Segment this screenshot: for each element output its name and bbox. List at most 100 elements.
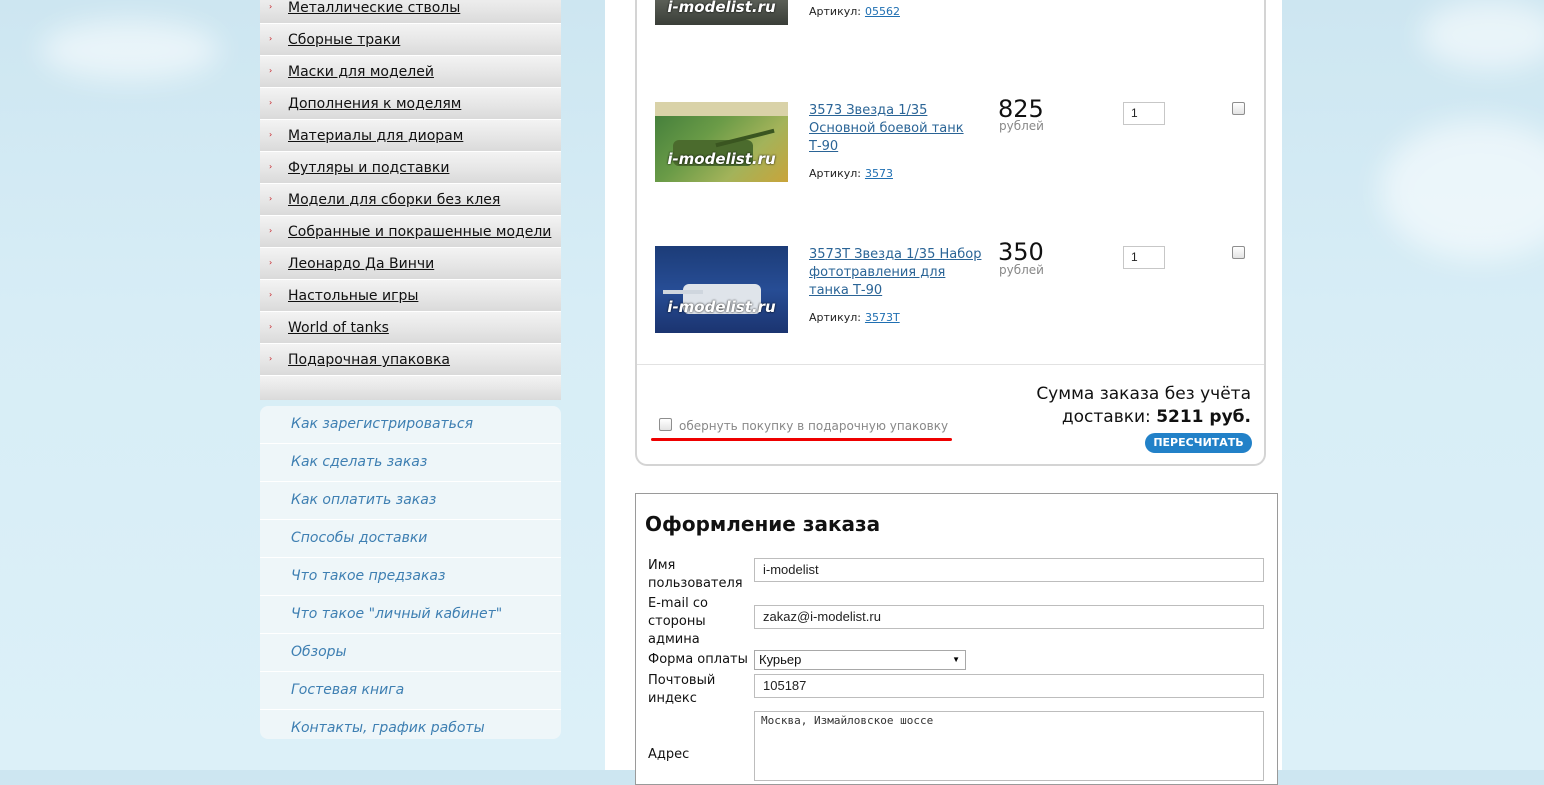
category-item[interactable]: › Маски для моделей (260, 56, 561, 88)
category-item[interactable]: › Настольные игры (260, 280, 561, 312)
product-thumbnail[interactable]: i-modelist.ru (655, 0, 788, 25)
help-item[interactable]: Что такое предзаказ (260, 558, 561, 596)
payment-selected-value: Курьер (759, 652, 802, 667)
order-form-title: Оформление заказа (645, 512, 881, 536)
category-link[interactable]: Собранные и покрашенные модели (288, 224, 551, 240)
gift-wrap-checkbox[interactable] (659, 418, 672, 431)
help-link[interactable]: Контакты, график работы (291, 720, 485, 736)
gift-wrap-label[interactable]: обернуть покупку в подарочную упаковку (679, 419, 948, 433)
category-link[interactable]: Настольные игры (288, 288, 418, 304)
category-item[interactable]: › Материалы для диорам (260, 120, 561, 152)
bullet-icon: › (269, 162, 273, 171)
category-item[interactable]: › Сборные траки (260, 24, 561, 56)
order-sum: доставки: 5211 руб. (1062, 407, 1251, 427)
category-link[interactable]: Леонардо Да Винчи (288, 256, 434, 272)
help-item[interactable]: Гостевая книга (260, 672, 561, 710)
category-item[interactable]: › Подарочная упаковка (260, 344, 561, 376)
category-item[interactable]: › Футляры и подставки (260, 152, 561, 184)
category-item[interactable]: › Дополнения к моделям (260, 88, 561, 120)
category-link[interactable]: Подарочная упаковка (288, 352, 450, 368)
help-item[interactable]: Как оплатить заказ (260, 482, 561, 520)
recalculate-button[interactable]: ПЕРЕСЧИТАТЬ (1145, 433, 1252, 453)
bullet-icon: › (269, 98, 273, 107)
zip-field[interactable]: 105187 (754, 674, 1264, 698)
category-item[interactable]: › Леонардо Да Винчи (260, 248, 561, 280)
help-item[interactable]: Что такое "личный кабинет" (260, 596, 561, 634)
help-item[interactable]: Способы доставки (260, 520, 561, 558)
help-item[interactable]: Как зарегистрироваться (260, 406, 561, 444)
category-link[interactable]: Сборные траки (288, 32, 400, 48)
username-label: Имя пользователя (648, 558, 743, 591)
help-link[interactable]: Что такое "личный кабинет" (291, 606, 502, 622)
help-link[interactable]: Как оплатить заказ (291, 492, 436, 508)
category-menu-bottom (260, 376, 561, 400)
sku-link[interactable]: 3573 (865, 167, 893, 180)
bullet-icon: › (269, 130, 273, 139)
help-item[interactable]: Как сделать заказ (260, 444, 561, 482)
category-item[interactable]: › Модели для сборки без клея (260, 184, 561, 216)
category-item[interactable]: › Собранные и покрашенные модели (260, 216, 561, 248)
category-link[interactable]: World of tanks (288, 320, 389, 336)
category-link[interactable]: Модели для сборки без клея (288, 192, 500, 208)
highlight-underline (651, 438, 952, 441)
product-title-link[interactable]: 3573 Звезда 1/35 Основной боевой танк Т-… (809, 102, 984, 156)
help-menu: Как зарегистрироваться Как сделать заказ… (260, 406, 561, 739)
price-currency: рублей (999, 263, 1044, 277)
watermark: i-modelist.ru (667, 0, 776, 16)
quantity-input[interactable]: 1 (1123, 246, 1165, 269)
remove-item-checkbox[interactable] (1232, 246, 1245, 259)
product-title-link[interactable]: 3573Т Звезда 1/35 Набор фототравления дл… (809, 246, 984, 300)
sku-link[interactable]: 05562 (865, 5, 900, 18)
bullet-icon: › (269, 2, 273, 11)
category-item[interactable]: › Металлические стволы (260, 0, 561, 24)
product-price: 350 (998, 238, 1044, 266)
username-field[interactable]: i-modelist (754, 558, 1264, 582)
remove-item-checkbox[interactable] (1232, 102, 1245, 115)
cart-divider (637, 364, 1264, 365)
zip-label: Почтовый индекс (648, 673, 716, 706)
order-sum-label-2: доставки: (1061, 407, 1151, 427)
address-textarea[interactable]: Москва, Измайловское шоссе (754, 711, 1264, 781)
price-currency: рублей (999, 119, 1044, 133)
email-field[interactable]: zakaz@i-modelist.ru (754, 605, 1264, 629)
category-link[interactable]: Футляры и подставки (288, 160, 449, 176)
quantity-input[interactable]: 1 (1123, 102, 1165, 125)
help-link[interactable]: Гостевая книга (291, 682, 404, 698)
product-sku: Артикул: 05562 (809, 5, 900, 18)
background-cloud (1380, 120, 1544, 260)
product-sku: Артикул: 3573Т (809, 311, 900, 324)
box-art-band (655, 102, 788, 116)
category-link[interactable]: Металлические стволы (288, 0, 460, 16)
category-item[interactable]: › World of tanks (260, 312, 561, 344)
bullet-icon: › (269, 258, 273, 267)
category-link[interactable]: Дополнения к моделям (288, 96, 461, 112)
category-link[interactable]: Маски для моделей (288, 64, 434, 80)
tank-barrel (663, 290, 703, 294)
order-sum-label: Сумма заказа без учёта (1036, 384, 1251, 404)
sku-label: Артикул: (809, 167, 861, 180)
product-sku: Артикул: 3573 (809, 167, 893, 180)
product-price: 825 (998, 95, 1044, 123)
bullet-icon: › (269, 66, 273, 75)
product-thumbnail[interactable]: i-modelist.ru (655, 102, 788, 182)
help-link[interactable]: Способы доставки (291, 530, 427, 546)
sku-label: Артикул: (809, 5, 861, 18)
help-link[interactable]: Что такое предзаказ (291, 568, 445, 584)
background-cloud (1420, 0, 1544, 70)
bullet-icon: › (269, 226, 273, 235)
help-link[interactable]: Обзоры (291, 644, 347, 660)
product-thumbnail[interactable]: i-modelist.ru (655, 246, 788, 333)
payment-select[interactable]: Курьер ▼ (754, 650, 966, 670)
sku-label: Артикул: (809, 311, 861, 324)
sku-link[interactable]: 3573Т (865, 311, 900, 324)
bullet-icon: › (269, 322, 273, 331)
help-item[interactable]: Обзоры (260, 634, 561, 672)
category-link[interactable]: Материалы для диорам (288, 128, 463, 144)
email-label: E-mail со стороны админа (648, 596, 708, 647)
help-link[interactable]: Как сделать заказ (291, 454, 427, 470)
help-item[interactable]: Контакты, график работы (260, 710, 561, 747)
bullet-icon: › (269, 34, 273, 43)
bullet-icon: › (269, 194, 273, 203)
help-link[interactable]: Как зарегистрироваться (291, 416, 473, 432)
order-sum-value: 5211 руб. (1156, 407, 1251, 427)
